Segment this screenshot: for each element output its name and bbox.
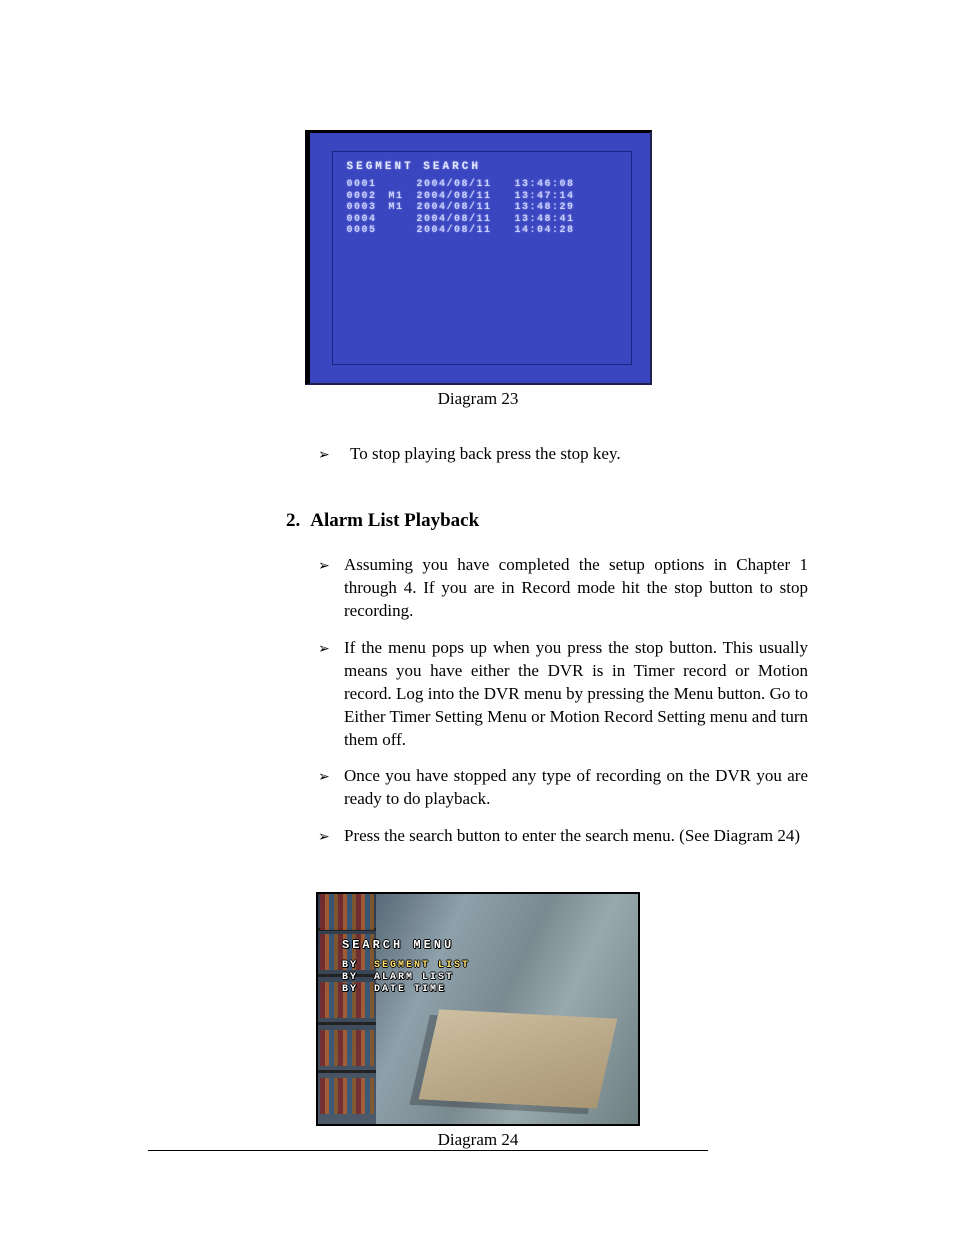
bullet-arrow-icon: ➢: [318, 443, 344, 465]
page-footer-rule: [148, 1150, 708, 1151]
search-menu-osd: SEARCH MENU BY SEGMENT LISTBY ALARM LIST…: [342, 938, 470, 996]
section-number: 2.: [286, 510, 300, 532]
segment-index: 0005: [347, 225, 381, 237]
bullet-text: To stop playing back press the stop key.: [344, 443, 808, 466]
segment-search-rows: 0001 2004/08/11 13:46:08 0002 M1 2004/08/11 13…: [347, 179, 617, 237]
bullet-arrow-icon: ➢: [318, 825, 344, 847]
search-menu-title: SEARCH MENU: [342, 938, 470, 952]
segment-row: 0001 2004/08/11 13:46:08: [347, 179, 617, 191]
segment-mark: [389, 214, 409, 226]
search-menu-label: DATE TIME: [374, 984, 446, 995]
bullet-arrow-icon: ➢: [318, 637, 344, 659]
alarm-list-bullets: ➢Assuming you have completed the setup o…: [318, 554, 808, 848]
diagram-23-caption: Diagram 23: [438, 389, 519, 409]
bullet-text: If the menu pops up when you press the s…: [344, 637, 808, 752]
segment-date: 2004/08/11: [417, 191, 507, 203]
segment-time: 13:48:41: [515, 214, 575, 226]
bullet-item: ➢Press the search button to enter the se…: [318, 825, 808, 848]
search-menu-label: SEGMENT LIST: [374, 960, 470, 971]
search-menu-by: BY: [342, 960, 374, 971]
diagram-24: SEARCH MENU BY SEGMENT LISTBY ALARM LIST…: [128, 892, 828, 1150]
segment-mark: [389, 225, 409, 237]
bullet-text: Press the search button to enter the sea…: [344, 825, 808, 848]
bullet-item: ➢Once you have stopped any type of recor…: [318, 765, 808, 811]
search-menu-item: BY DATE TIME: [342, 984, 470, 996]
segment-time: 13:47:14: [515, 191, 575, 203]
segment-row: 0005 2004/08/11 14:04:28: [347, 225, 617, 237]
segment-time: 13:48:29: [515, 202, 575, 214]
segment-search-title: SEGMENT SEARCH: [347, 162, 617, 173]
segment-index: 0002: [347, 191, 381, 203]
segment-time: 13:46:08: [515, 179, 575, 191]
search-menu-label: ALARM LIST: [374, 972, 454, 983]
segment-index: 0004: [347, 214, 381, 226]
segment-search-screen: SEGMENT SEARCH 00012004/08/1113:46:08000…: [305, 130, 652, 385]
search-menu-screen: SEARCH MENU BY SEGMENT LISTBY ALARM LIST…: [316, 892, 640, 1126]
segment-index: 0003: [347, 202, 381, 214]
segment-date: 2004/08/11: [417, 179, 507, 191]
segment-mark: [389, 179, 409, 191]
bullet-arrow-icon: ➢: [318, 554, 344, 576]
bullet-item: ➢If the menu pops up when you press the …: [318, 637, 808, 752]
segment-row: 0002 M1 2004/08/11 13:47:14: [347, 191, 617, 203]
diagram-23: SEGMENT SEARCH 00012004/08/1113:46:08000…: [128, 130, 828, 409]
segment-index: 0001: [347, 179, 381, 191]
segment-date: 2004/08/11: [417, 214, 507, 226]
diagram-24-caption: Diagram 24: [438, 1130, 519, 1150]
search-menu-by: BY: [342, 972, 374, 983]
segment-mark: M1: [389, 191, 409, 203]
bullet-item: ➢Assuming you have completed the setup o…: [318, 554, 808, 623]
segment-row: 0003 M1 2004/08/11 13:48:29: [347, 202, 617, 214]
search-menu-item: BY ALARM LIST: [342, 972, 470, 984]
segment-row: 0004 2004/08/11 13:48:41: [347, 214, 617, 226]
segment-date: 2004/08/11: [417, 202, 507, 214]
search-menu-item: BY SEGMENT LIST: [342, 960, 470, 972]
section-title: Alarm List Playback: [310, 510, 479, 532]
search-menu-by: BY: [342, 984, 374, 995]
segment-date: 2004/08/11: [417, 225, 507, 237]
bullet-text: Once you have stopped any type of record…: [344, 765, 808, 811]
segment-time: 14:04:28: [515, 225, 575, 237]
bullet-arrow-icon: ➢: [318, 765, 344, 787]
bullet-text: Assuming you have completed the setup op…: [344, 554, 808, 623]
segment-mark: M1: [389, 202, 409, 214]
section-heading-alarm-list-playback: 2. Alarm List Playback: [286, 510, 828, 532]
bullet-stop-playback: ➢ To stop playing back press the stop ke…: [318, 443, 808, 466]
